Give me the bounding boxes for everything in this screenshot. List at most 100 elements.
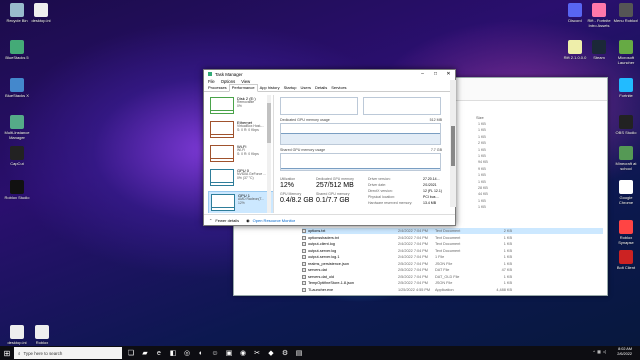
task-manager-window[interactable]: Task Manager – □ ✕ File Options View Pro… [203,69,456,226]
desktop-icon[interactable]: Minecraft at school [612,146,640,171]
tab-startup[interactable]: Startup [282,85,299,91]
desktop-icon[interactable]: Roblox [28,325,56,345]
fewer-details-link[interactable]: Fewer details [215,218,239,223]
file-row[interactable]: servers.dat_old 2/5/2022 7:04 PM DAT_OLD F… [302,274,603,280]
desktop-icon[interactable]: OBS Studio [612,115,640,135]
file-row[interactable]: output-client.log 2/4/2022 7:04 PM Text Do… [302,241,603,247]
file-explorer-icon[interactable]: ▰ [138,346,152,360]
close-button[interactable]: ✕ [442,70,455,78]
engine-graph-b [363,97,441,115]
perf-item-value: S: 0 R: 0 Kbps [237,128,259,132]
desktop-icon[interactable]: CapCut [3,146,31,166]
minimize-button[interactable]: – [416,70,429,78]
obs-icon[interactable]: ◉ [236,346,250,360]
utilization-label: Utilization [280,177,296,181]
shared-memory-label: Shared GPU memory [316,192,350,196]
perf-item[interactable]: GPU 0 NVIDIA GeForce ... 0% (37 °C) [208,167,273,190]
file-row[interactable]: TLauncher.exe 1/25/2022 4:55 PM Applicatio… [302,287,603,293]
file-name: TempOptifineStore-1.8.json [308,281,355,285]
desktop-icon[interactable]: Roblox Synapse [612,220,640,245]
perf-item[interactable]: Wi-Fi Wi-Fi S: 0 R: 0 Kbps [208,143,273,166]
tab-performance[interactable]: Performance [228,84,258,92]
desktop-icon[interactable]: Multi-Instance Manager [3,115,31,140]
open-resource-monitor-link[interactable]: Open Resource Monitor [253,218,295,223]
menu-file[interactable]: File [208,79,215,84]
perf-mini-line [211,182,233,185]
desktop-icon-label: Fortnite [619,93,633,98]
desktop-icon[interactable]: desktop.ini [3,325,31,345]
scroll-thumb[interactable] [451,126,455,166]
file-name: options.txt [308,229,326,233]
store-icon[interactable]: ◧ [166,346,180,360]
desktop-icon-label: OBS Studio [615,130,637,135]
desktop-icon[interactable]: Menu Roblox! [612,3,640,23]
roblox-studio-icon [10,180,24,194]
tab-services[interactable]: Services [329,85,348,91]
file-row[interactable]: output-server.log.1 2/4/2022 7:04 PM 1 Fil… [302,254,603,260]
file-row[interactable]: optionsshaders.txt 2/4/2022 7:04 PM Text D… [302,235,603,241]
explorer-size-cell: 28 KB [478,186,488,190]
directx-label: DirectX version: [368,189,393,193]
file-row[interactable]: realms_persistence.json 2/5/2022 7:04 PM J… [302,261,603,267]
explorer-size-cell: 1 KB [478,134,486,139]
search-box[interactable]: ⌕ Type here to search [14,347,122,359]
chevron-up-icon[interactable]: ^ [593,349,595,354]
desktop-icon[interactable]: Rift - Fortnite Intro Assets [585,3,613,28]
desktop-icon[interactable]: Bolt Client [612,250,640,270]
task-view-icon[interactable]: ❏ [124,346,138,360]
maximize-button[interactable]: □ [429,70,442,78]
volume-icon[interactable]: ◁ [603,349,606,354]
desktop-icon-label: Steam [593,55,605,60]
edge-icon[interactable]: e [152,346,166,360]
capcut-icon[interactable]: ✂ [250,346,264,360]
sidebar-scroll-thumb[interactable] [267,103,271,143]
file-icon [302,242,306,246]
discord-icon[interactable]: ☺ [208,346,222,360]
clock[interactable]: 8:02 AM 2/6/2022 [617,347,632,357]
perf-item[interactable]: GPU 1 AMD Radeon(T... 12% [208,191,273,213]
desktop-icon[interactable]: Roblox Studio [3,180,31,200]
tab-users[interactable]: Users [299,85,313,91]
network-icon[interactable]: ▦ [597,349,601,354]
roblox-icon[interactable]: ◆ [264,346,278,360]
task-manager-scrollbar[interactable] [450,80,456,207]
task-manager-icon[interactable]: ▤ [292,346,306,360]
multi-instance-icon [10,115,24,129]
tab-processes[interactable]: Processes [206,85,229,91]
settings-icon[interactable]: ⚙ [278,346,292,360]
file-row[interactable]: options.txt 2/4/2022 7:04 PM Text Document… [302,228,603,234]
file-icon [302,261,306,266]
perf-item[interactable]: Disk 2 (E:) Removable 0% [208,95,273,118]
explorer-size-cell: 1 KB [478,198,486,203]
steam-icon[interactable]: ◐ [194,346,208,360]
file-date: 2/4/2022 7:04 PM [398,255,428,259]
desktop-icon[interactable]: desktop.ini [27,3,55,23]
chrome-icon[interactable]: ◎ [180,346,194,360]
sidebar-scrollbar[interactable] [267,95,271,213]
tab-details[interactable]: Details [313,85,329,91]
minecraft-icon[interactable]: ▣ [222,346,236,360]
file-date: 1/25/2022 4:55 PM [398,287,431,292]
clock-date: 2/6/2022 [617,352,632,356]
desktop-icon[interactable]: Steam [585,40,613,60]
desktop-icon[interactable]: Google Chrome [612,180,640,205]
file-row[interactable]: output-server.log 2/4/2022 7:04 PM Text Do… [302,248,603,254]
file-name: servers.dat_old [308,274,334,279]
perf-item[interactable]: Ethernet VirtualBox Host-... S: 0 R: 0 Kbp… [208,119,273,142]
start-button[interactable]: ⊞ [0,346,14,360]
physical-location-value: PCI bus ... [423,195,440,199]
desktop-icon[interactable]: Fortnite [612,78,640,98]
tab-app-history[interactable]: App history [258,85,282,91]
resource-monitor-icon: ◉ [246,217,250,223]
perf-item-value: 12% [238,201,245,205]
desktop-icon[interactable]: BlueStacks X [3,78,31,98]
fortnite-icon [619,78,633,92]
file-row[interactable]: servers.dat 2/5/2022 7:04 PM DAT File 47 KB [302,267,603,273]
explorer-size-cell: 1 KB [478,205,486,210]
desktop-icon[interactable]: Microsoft Launcher [612,40,640,65]
file-row[interactable]: TempOptifineStore-1.8.json 2/5/2022 7:04 … [302,280,603,286]
file-type: Text Document [435,242,461,246]
explorer-size-header[interactable]: Size [476,115,484,120]
desktop-icon[interactable]: BlueStacks 5 [3,40,31,60]
chevron-up-icon[interactable]: ⌃ [209,218,212,223]
